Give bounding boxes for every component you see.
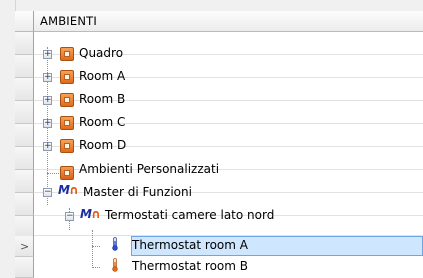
column-header-ambienti[interactable]: AMBIENTI	[34, 11, 423, 32]
thermometer-icon	[112, 237, 118, 251]
row-selector[interactable]	[15, 55, 34, 78]
tree-item-label[interactable]: Master di Funzioni	[83, 185, 192, 199]
tree-item-label[interactable]: Room C	[79, 115, 125, 129]
expand-toggle[interactable]: +	[43, 73, 52, 82]
row-selector[interactable]	[15, 147, 34, 170]
master-functions-icon: M∩	[80, 207, 101, 221]
master-functions-icon: M∩	[58, 183, 79, 197]
expand-toggle[interactable]: +	[43, 142, 52, 151]
header-corner	[15, 11, 34, 32]
tree-item-label[interactable]: Room B	[79, 92, 125, 106]
custom-room-icon	[60, 166, 74, 180]
top-border	[0, 0, 423, 11]
left-margin	[0, 0, 16, 278]
expand-toggle[interactable]: +	[43, 96, 52, 105]
tree-connector-line	[92, 267, 100, 268]
tree-item-label[interactable]: Quadro	[79, 46, 123, 60]
column-header-label: AMBIENTI	[40, 14, 97, 28]
tree-connector-line	[47, 173, 59, 174]
row-selector[interactable]	[15, 257, 34, 278]
thermometer-icon	[112, 258, 118, 272]
row-selector-current[interactable]: >	[15, 236, 34, 257]
current-row-arrow-icon: >	[20, 240, 30, 253]
row-selector[interactable]	[15, 78, 34, 101]
tree-item-label[interactable]: Room D	[79, 138, 126, 152]
room-icon	[60, 116, 74, 130]
collapse-toggle[interactable]: −	[43, 188, 52, 197]
room-icon	[60, 93, 74, 107]
expand-toggle[interactable]: +	[43, 50, 52, 59]
expand-toggle[interactable]: +	[43, 119, 52, 128]
tree-item-label-selected[interactable]: Thermostat room A	[132, 238, 248, 252]
tree-connector-line	[92, 230, 93, 268]
room-icon	[60, 139, 74, 153]
room-icon	[60, 70, 74, 84]
tree-item-label[interactable]: Thermostat room B	[132, 259, 248, 273]
tree-item-label[interactable]: Ambienti Personalizzati	[79, 162, 219, 176]
room-icon	[60, 47, 74, 61]
collapse-toggle[interactable]: −	[65, 212, 74, 221]
row-selector[interactable]	[15, 32, 34, 55]
tree-item-label[interactable]: Room A	[79, 69, 125, 83]
tree-item-label[interactable]: Termostati camere lato nord	[105, 208, 274, 222]
row-selector[interactable]	[15, 170, 34, 193]
row-selector[interactable]	[15, 101, 34, 124]
tree-connector-line	[92, 246, 100, 247]
row-selector[interactable]	[15, 124, 34, 147]
row-selector[interactable]	[15, 193, 34, 216]
